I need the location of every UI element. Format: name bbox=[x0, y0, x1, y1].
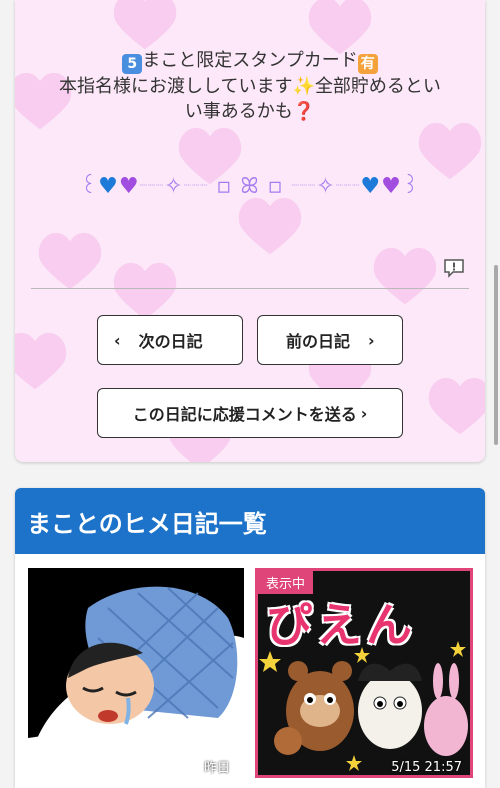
pien-image-text: ぴえん bbox=[266, 598, 416, 652]
send-comment-button[interactable]: この日記に応援コメントを送る › bbox=[97, 388, 403, 438]
decoration-line: ꒰♥♥┈┈┈✧┈┈┈ ▫ ꕤ ▫ ┈┈┈✧┈┈┈♥♥꒱ bbox=[79, 174, 421, 199]
report-icon[interactable] bbox=[443, 258, 465, 278]
next-diary-button[interactable]: ‹ 次の日記 bbox=[97, 315, 243, 365]
purple-heart-icon: ♥ bbox=[118, 174, 140, 199]
heart-pattern-icon bbox=[425, 375, 485, 437]
square-icon: ▫ bbox=[267, 174, 284, 199]
heart-pattern-icon bbox=[110, 260, 180, 322]
prev-diary-button[interactable]: 前の日記 › bbox=[257, 315, 403, 365]
chevron-left-icon: ‹ bbox=[114, 330, 121, 350]
diary-card: 5 まこと限定スタンプカード有 本指名様にお渡ししています✨全部貯めるとい い事あ… bbox=[15, 0, 485, 462]
curl-left-icon: ꒰ bbox=[79, 174, 99, 199]
divider bbox=[31, 288, 469, 289]
diary-time-1: 昨日 bbox=[203, 761, 230, 776]
scrollbar[interactable] bbox=[494, 265, 498, 445]
chevron-right-icon: › bbox=[360, 403, 368, 423]
sleeping-illustration bbox=[28, 568, 244, 778]
curl-right-icon: ꒱ bbox=[401, 174, 421, 199]
message-line-2: 本指名様にお渡ししています✨全部貯めるとい bbox=[59, 76, 441, 97]
blue-heart-icon: ♥ bbox=[360, 174, 382, 199]
heart-pattern-icon bbox=[15, 330, 70, 392]
heart-pattern-icon bbox=[35, 230, 105, 292]
flower-icon: ꕤ bbox=[240, 174, 260, 199]
diary-time-2: 5/15 21:57 bbox=[391, 760, 462, 775]
heart-pattern-icon bbox=[370, 245, 440, 307]
heart-pattern-icon bbox=[235, 195, 305, 257]
heart-pattern-icon bbox=[110, 0, 180, 52]
square-icon: ▫ bbox=[216, 174, 233, 199]
sparkle-star-icon: ✧ bbox=[164, 174, 184, 199]
diary-message: 5 まこと限定スタンプカード有 本指名様にお渡ししています✨全部貯めるとい い事あ… bbox=[15, 48, 485, 124]
diary-list-card: まことのヒメ日記一覧 昨日 ぴえん 表示中 5/15 21:57 bbox=[15, 488, 485, 788]
purple-heart-icon: ♥ bbox=[381, 174, 402, 199]
now-showing-badge: 表示中 bbox=[258, 571, 314, 594]
question-mark-icon: ❓ bbox=[292, 101, 316, 122]
sparkle-star-icon: ✧ bbox=[316, 174, 336, 199]
chevron-right-icon: › bbox=[368, 330, 375, 350]
message-line-3: い事あるかも❓ bbox=[184, 101, 316, 122]
yu-badge-icon: 有 bbox=[357, 54, 378, 74]
diary-list-title: まことのヒメ日記一覧 bbox=[15, 488, 485, 554]
diary-thumbnail-1[interactable]: 昨日 bbox=[28, 568, 244, 778]
sparkles-icon: ✨ bbox=[292, 76, 315, 97]
message-line-1: 5 まこと限定スタンプカード有 bbox=[15, 48, 485, 74]
blue-heart-icon: ♥ bbox=[98, 174, 119, 199]
keycap-5-icon: 5 bbox=[122, 54, 143, 74]
diary-thumbnail-2[interactable]: ぴえん 表示中 5/15 21:57 bbox=[255, 568, 473, 778]
